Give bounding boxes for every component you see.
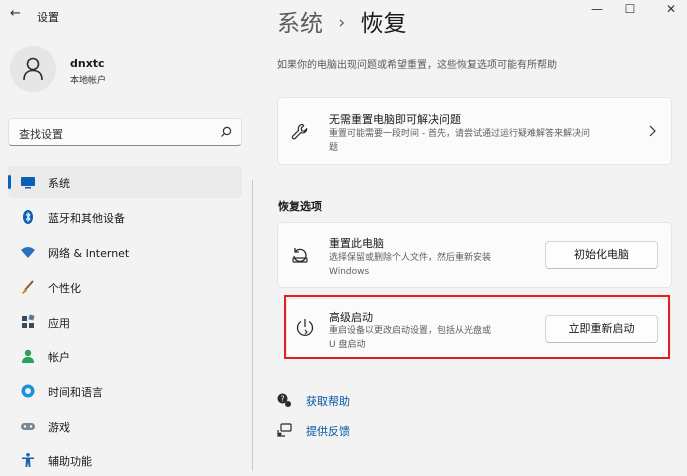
sidebar-item-label: 应用 bbox=[48, 317, 70, 330]
globe-clock-icon bbox=[21, 384, 35, 398]
sidebar-item-accessibility[interactable]: 辅助功能 bbox=[8, 444, 242, 476]
sidebar-item-bluetooth[interactable]: 蓝牙和其他设备 bbox=[8, 201, 242, 233]
sidebar-item-network[interactable]: 网络 & Internet bbox=[8, 236, 242, 268]
sidebar-item-label: 系统 bbox=[48, 177, 70, 190]
sidebar-item-label: 网络 & Internet bbox=[48, 247, 130, 260]
account-type: 本地帐户 bbox=[70, 76, 107, 86]
sidebar-item-system[interactable]: 系统 bbox=[8, 166, 242, 198]
apps-icon bbox=[22, 314, 35, 328]
troubleshoot-subtitle-line1: 重置可能需要一段时间 - 首先，请尝试通过运行疑难解答来解决问 bbox=[329, 129, 590, 139]
brush-icon bbox=[22, 280, 34, 294]
sidebar-item-label: 辅助功能 bbox=[48, 455, 92, 468]
give-feedback-link[interactable]: 提供反馈 bbox=[306, 423, 350, 439]
app-title: 设置 bbox=[37, 11, 59, 24]
sidebar-item-label: 时间和语言 bbox=[48, 386, 103, 399]
sidebar-item-label: 个性化 bbox=[48, 282, 81, 295]
reset-title: 重置此电脑 bbox=[329, 237, 384, 250]
user-name: dnxtc bbox=[70, 57, 105, 70]
back-arrow-icon[interactable]: ← bbox=[10, 6, 21, 21]
selection-indicator bbox=[8, 175, 11, 189]
breadcrumb-separator: › bbox=[338, 13, 346, 33]
feedback-icon bbox=[277, 423, 292, 437]
wifi-icon bbox=[21, 247, 35, 258]
scrollbar-track[interactable] bbox=[252, 180, 253, 471]
sidebar-item-accounts[interactable]: 帐户 bbox=[8, 340, 242, 372]
reset-pc-button[interactable]: 初始化电脑 bbox=[545, 241, 658, 269]
search-input[interactable]: 查找设置 bbox=[8, 118, 242, 146]
page-description: 如果你的电脑出现问题或希望重置，这些恢复选项可能有所帮助 bbox=[277, 60, 557, 71]
sidebar-item-apps[interactable]: 应用 bbox=[8, 306, 242, 338]
bluetooth-icon bbox=[23, 210, 33, 224]
page-title: 系统 › 恢复 bbox=[277, 4, 406, 38]
search-placeholder: 查找设置 bbox=[19, 128, 63, 141]
sidebar-item-personalization[interactable]: 个性化 bbox=[8, 271, 242, 303]
reset-subtitle-line1: 选择保留或删除个人文件，然后重新安装 bbox=[329, 253, 492, 263]
get-help-link[interactable]: 获取帮助 bbox=[306, 393, 350, 409]
breadcrumb-parent[interactable]: 系统 bbox=[277, 11, 323, 37]
reset-pc-icon bbox=[292, 248, 308, 263]
section-title: 恢复选项 bbox=[278, 200, 322, 213]
close-button[interactable]: ✕ bbox=[661, 2, 681, 16]
breadcrumb-current: 恢复 bbox=[360, 11, 407, 37]
person-icon bbox=[23, 57, 43, 81]
wrench-icon bbox=[291, 123, 308, 140]
maximize-button[interactable]: ☐ bbox=[620, 2, 640, 16]
troubleshoot-title: 无需重置电脑即可解决问题 bbox=[329, 113, 461, 126]
sidebar-item-label: 帐户 bbox=[48, 351, 70, 364]
avatar[interactable] bbox=[10, 46, 56, 92]
help-icon: ? bbox=[277, 393, 291, 407]
troubleshoot-subtitle-line2: 题 bbox=[329, 143, 339, 153]
gamepad-icon bbox=[21, 423, 35, 430]
monitor-icon bbox=[21, 177, 35, 189]
sidebar-item-label: 游戏 bbox=[48, 421, 70, 434]
sidebar-item-label: 蓝牙和其他设备 bbox=[48, 212, 125, 225]
accessibility-icon bbox=[22, 453, 34, 467]
troubleshoot-card[interactable]: 无需重置电脑即可解决问题 重置可能需要一段时间 - 首先，请尝试通过运行疑难解答… bbox=[277, 97, 672, 165]
minimize-button[interactable]: — bbox=[587, 2, 607, 16]
sidebar-item-time-language[interactable]: 时间和语言 bbox=[8, 375, 242, 407]
highlight-box bbox=[284, 295, 670, 359]
search-icon bbox=[221, 126, 232, 137]
reset-subtitle-line2: Windows bbox=[329, 267, 370, 277]
svg-text:?: ? bbox=[280, 395, 284, 404]
sidebar-item-gaming[interactable]: 游戏 bbox=[8, 410, 242, 442]
reset-pc-card: 重置此电脑 选择保留或删除个人文件，然后重新安装 Windows 初始化电脑 bbox=[277, 222, 672, 288]
chevron-right-icon bbox=[649, 125, 656, 137]
person-icon bbox=[22, 349, 34, 363]
